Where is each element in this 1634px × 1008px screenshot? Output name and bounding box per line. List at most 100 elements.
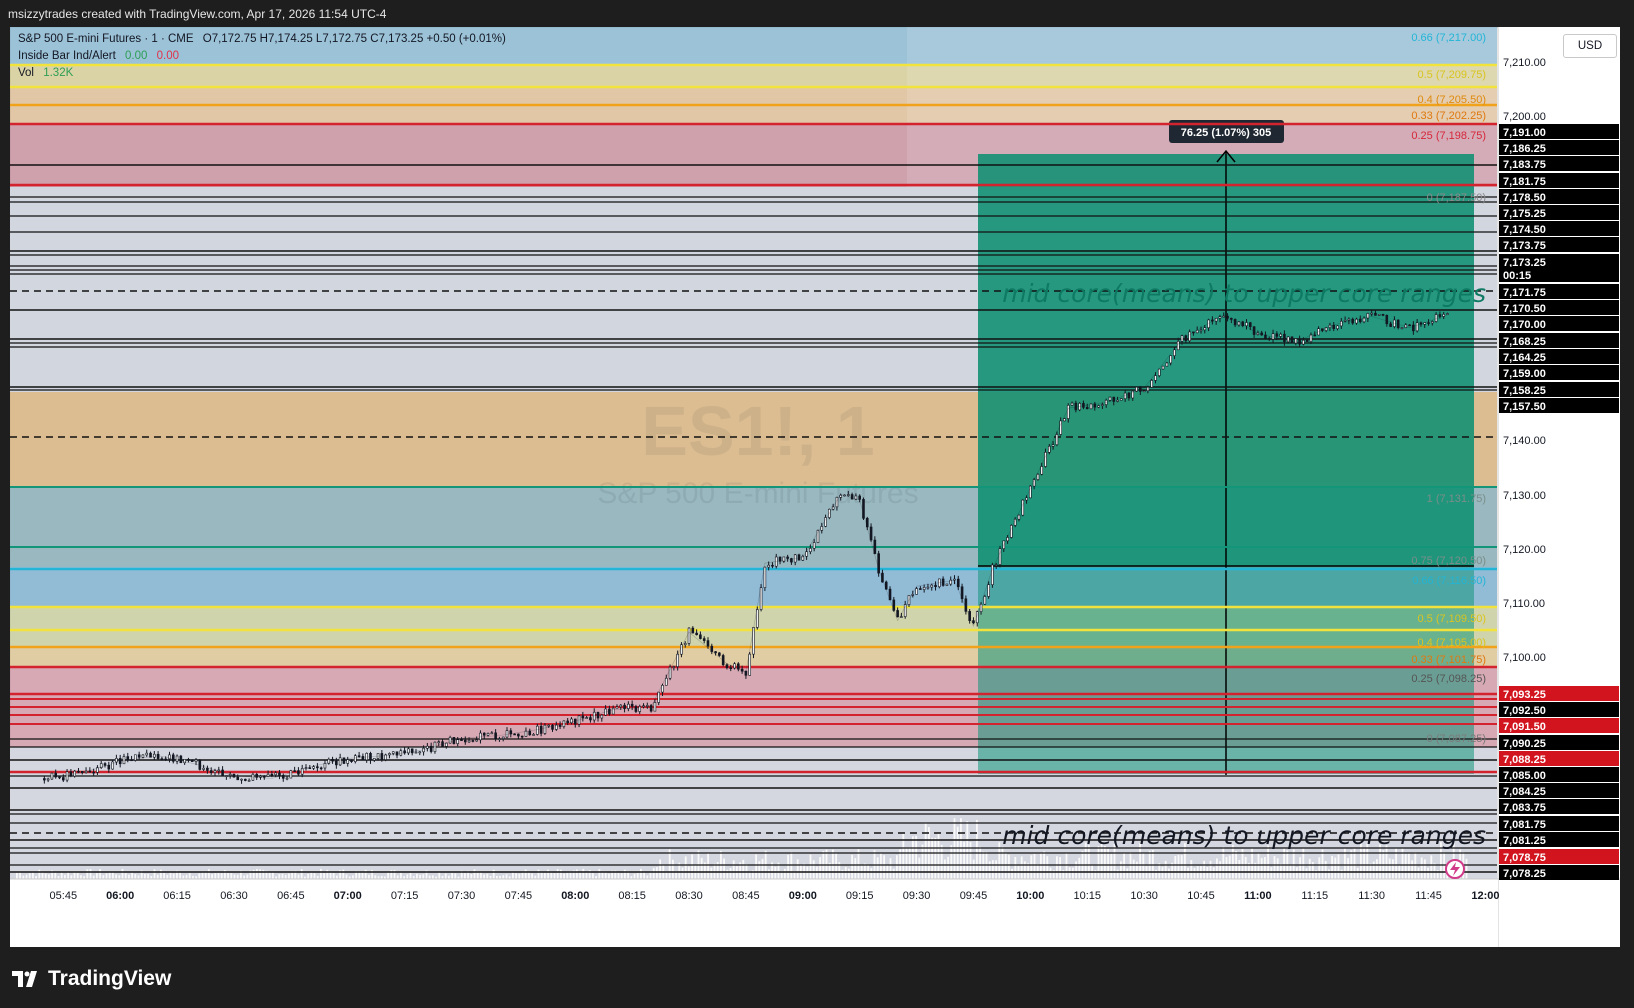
candle-body [608,708,611,715]
volume-bar [1142,853,1145,879]
candle-body [987,584,990,597]
candle-body [194,759,198,762]
candle-body [1169,355,1172,364]
candle-body [372,758,376,761]
candle-body [873,539,877,554]
candle-body [312,766,315,769]
volume-bar [691,854,693,879]
fib-label-bottom: 1 (7,131.75) [1427,493,1486,505]
volume-bar [233,874,236,879]
volume-bar [1187,867,1189,879]
volume-bar [598,869,601,879]
volume-bar [108,872,111,879]
volume-bar [1068,867,1071,879]
volume-bar [1328,869,1330,879]
candle-body [1446,313,1449,315]
volume-bar [1001,846,1004,879]
volume-bar [1020,856,1023,879]
candle-body [596,711,600,719]
time-tick: 09:45 [960,890,988,902]
fib-label-bottom: 0.4 (7,105.00) [1418,637,1487,649]
currency-button[interactable]: USD [1563,34,1617,58]
candle-body [297,770,300,775]
price-tag-label: 7,186.25 [1503,143,1546,155]
price-tag-label: 7,181.75 [1503,176,1546,188]
volume-bar [342,869,345,879]
volume-bar [323,873,325,879]
volume-bar [400,872,402,879]
volume-bar [73,872,76,879]
volume-bar [217,872,220,879]
candle-body [1302,339,1305,345]
fib-label-top: 0.66 (7,217.00) [1411,32,1486,44]
candle-body [524,730,528,737]
candle-body [611,707,615,715]
volume-bar [944,859,946,879]
volume-bar [531,873,533,879]
volume-bar [742,859,745,879]
volume-bar [880,853,882,879]
price-tag-label: 7,183.75 [1503,159,1546,171]
legend-indicator-name[interactable]: Inside Bar Ind/Alert [18,50,116,62]
volume-bar [1244,856,1247,879]
candle-body [1063,418,1066,422]
price-tag-label: 7,170.00 [1503,319,1546,331]
candle-body [1066,405,1070,419]
volume-bar [668,849,671,879]
volume-bar [1270,867,1273,879]
candle-body [915,588,918,595]
legend-volume-name[interactable]: Vol [18,67,34,79]
volume-bar [470,873,473,879]
volume-bar [1260,857,1263,879]
candle-body [61,777,65,781]
annotation-bottom[interactable]: mid core(means) to upper core ranges [1002,821,1486,850]
candle-body [1279,333,1282,337]
legend-volume-row[interactable]: Vol 1.32K [18,67,79,79]
legend-symbol[interactable]: S&P 500 E-mini Futures · 1 · CME [18,33,194,45]
volume-bar [281,873,284,879]
volume-bar [185,874,188,879]
volume-bar [198,873,201,879]
tradingview-logo[interactable]: TradingView [12,967,171,991]
volume-bar [844,866,847,879]
candle-body [1362,317,1366,323]
volume-bar [48,874,50,879]
volume-bar [99,869,101,879]
volume-bar [560,869,562,879]
candle-body [1051,444,1055,447]
volume-bar [972,859,975,879]
candle-body [532,734,535,736]
price-tag-label: 7,078.25 [1503,868,1546,880]
volume-bar [284,874,287,879]
price-chart[interactable]: ES1!, 1 S&P 500 E-mini Futures 76.25 (1.0… [10,27,1620,947]
volume-bar [876,857,879,879]
annotation-top[interactable]: mid core(means) to upper core ranges [1002,279,1486,308]
volume-bar [652,867,655,879]
candle-body [426,745,429,749]
volume-bar [80,875,82,879]
candle-body [771,564,774,567]
volume-bar [1228,855,1231,879]
volume-bar [220,873,223,879]
volume-bar [1411,860,1413,879]
candle-body [134,754,137,761]
volume-bar [118,875,121,879]
fib-label-bottom: 0 (7,087.25) [1427,733,1486,745]
volume-bar [608,873,610,879]
candle-body [812,542,816,549]
candle-body [225,775,228,777]
candle-body [1230,317,1233,320]
candle-body [1248,322,1252,328]
volume-bar [1318,857,1321,879]
candle-body [520,735,524,738]
volume-bar [1363,847,1365,879]
volume-bar [1356,867,1359,879]
legend-indicator-row[interactable]: Inside Bar Ind/Alert 0.00 0.00 [18,50,185,62]
volume-bar [1180,855,1183,879]
candle-body [281,775,285,779]
volume-bar [160,869,162,879]
volume-bar [1225,857,1228,879]
candle-body [1438,314,1442,317]
volume-bar [416,873,418,879]
volume-bar [892,868,895,879]
